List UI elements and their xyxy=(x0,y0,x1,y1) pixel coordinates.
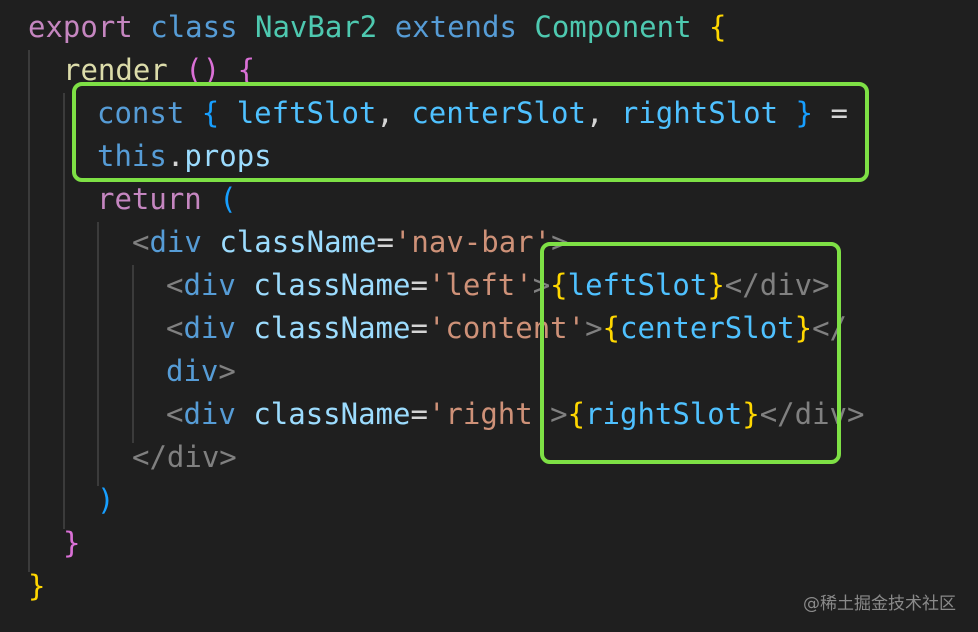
jsx-attr: className xyxy=(253,268,411,302)
indent-guide xyxy=(132,265,134,443)
highlight-box-destructure xyxy=(72,82,869,182)
tag-bracket: < xyxy=(166,268,184,302)
keyword-class: class xyxy=(150,10,238,44)
code-line-9: div> xyxy=(166,350,236,393)
jsx-attr: className xyxy=(219,225,377,259)
jsx-tag: div xyxy=(183,397,236,431)
operator: = xyxy=(410,268,428,302)
highlight-box-slots xyxy=(540,242,841,464)
brace: { xyxy=(709,10,727,44)
jsx-close-tag: </div> xyxy=(132,440,237,474)
paren: ) xyxy=(97,483,115,517)
code-line-5: return ( xyxy=(97,178,237,221)
keyword-extends: extends xyxy=(394,10,517,44)
keyword-export: export xyxy=(28,10,133,44)
jsx-tag: div xyxy=(183,311,236,345)
jsx-attr: className xyxy=(253,311,411,345)
string: 'left' xyxy=(427,268,533,302)
string: 'right' xyxy=(427,397,551,431)
code-line-1: export class NavBar2 extends Component { xyxy=(28,6,726,49)
jsx-tag: div xyxy=(166,354,219,388)
watermark: @稀土掘金技术社区 xyxy=(803,594,956,614)
indent-guide xyxy=(97,222,99,486)
jsx-tag: div xyxy=(183,268,236,302)
jsx-attr: className xyxy=(253,397,411,431)
code-line-6: <div className='nav-bar'> xyxy=(132,221,569,264)
code-line-14: } xyxy=(28,565,45,608)
brace: } xyxy=(28,569,46,603)
tag-bracket: < xyxy=(166,311,184,345)
tag-bracket: < xyxy=(166,397,184,431)
indent-guide xyxy=(63,93,65,529)
tag-bracket: > xyxy=(218,354,236,388)
operator: = xyxy=(376,225,394,259)
class-name: NavBar2 xyxy=(255,10,378,44)
code-line-12: ) xyxy=(97,479,114,522)
operator: = xyxy=(410,397,428,431)
indent-guide xyxy=(28,50,30,572)
paren: ( xyxy=(219,182,237,216)
base-class-name: Component xyxy=(534,10,692,44)
keyword-return: return xyxy=(97,182,202,216)
code-line-11: </div> xyxy=(132,436,237,479)
tag-bracket: < xyxy=(132,225,150,259)
brace: } xyxy=(63,526,81,560)
code-editor[interactable]: export class NavBar2 extends Component {… xyxy=(0,0,978,632)
string: 'nav-bar' xyxy=(393,225,552,259)
operator: = xyxy=(410,311,428,345)
jsx-tag: div xyxy=(149,225,202,259)
code-line-13: } xyxy=(63,522,80,565)
